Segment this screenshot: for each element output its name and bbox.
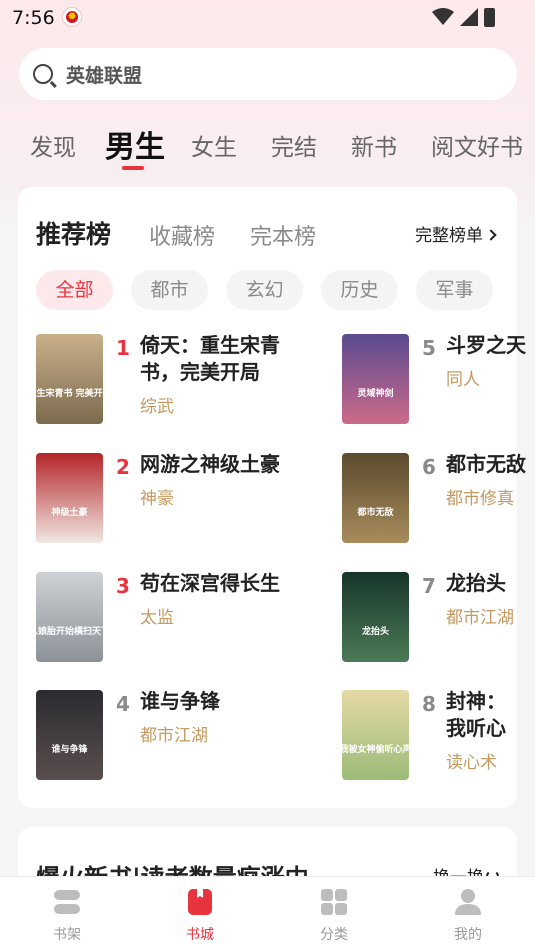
book-rank: 8: [422, 692, 436, 716]
cover-title: 龙抬头: [361, 625, 389, 637]
nav-bookshelf[interactable]: 书架: [27, 887, 107, 944]
profile-icon: [455, 889, 481, 915]
book-tag: 同人: [446, 370, 480, 390]
book-title: 都市无敌: [446, 452, 526, 476]
book-rank: 2: [116, 455, 130, 479]
status-time: 7:56: [12, 7, 55, 29]
category-chip-all[interactable]: 全部: [36, 270, 113, 310]
book-rank: 5: [422, 336, 436, 360]
category-icon: [321, 889, 347, 915]
nav-profile[interactable]: 我的: [428, 887, 508, 944]
cover-title: 灵域神剑: [356, 387, 393, 399]
battery-icon: [484, 7, 495, 27]
cover-title: 重生宋青书 完美开局: [36, 387, 103, 399]
search-bar[interactable]: 英雄联盟: [19, 48, 517, 100]
book-item[interactable]: 从娘胎开始横扫天下 3 苟在深宫得长生 太监: [36, 571, 316, 664]
active-tab-indicator: [122, 166, 144, 170]
book-cover: 重生宋青书 完美开局: [36, 334, 103, 424]
full-list-link[interactable]: 完整榜单: [415, 221, 497, 246]
book-title: 封神：我听心声！: [446, 689, 506, 744]
book-title: 网游之神级土豪: [140, 452, 280, 476]
cover-title: 神级土豪: [51, 506, 87, 518]
app-notification-icon: [62, 7, 82, 27]
book-rank: 4: [116, 692, 130, 716]
book-title: 谁与争锋: [140, 689, 220, 713]
book-item[interactable]: 都市无敌 6 都市无敌 都市修真: [342, 452, 526, 545]
category-chip-fantasy[interactable]: 玄幻: [226, 270, 303, 310]
chevron-right-icon: [485, 229, 497, 241]
book-cover: 谁与争锋: [36, 690, 103, 780]
cover-title: 从娘胎开始横扫天下: [36, 625, 103, 637]
book-title: 龙抬头: [446, 571, 506, 595]
book-item[interactable]: 谁与争锋 4 谁与争锋 都市江湖: [36, 689, 316, 782]
signal-icon: [460, 8, 478, 26]
book-item[interactable]: 灵域神剑 5 斗罗之天 同人: [342, 333, 526, 426]
cover-title: 我被女神偷听心声: [342, 743, 409, 755]
book-tag: 综武: [140, 397, 174, 417]
tab-recommend-rank[interactable]: 推荐榜: [36, 215, 111, 251]
book-title: 倚天：重生宋青书，完美开局: [140, 333, 280, 384]
book-cover: 从娘胎开始横扫天下: [36, 572, 103, 662]
book-cover: 都市无敌: [342, 453, 409, 543]
cover-title: 谁与争锋: [51, 743, 88, 755]
tab-new-books[interactable]: 新书: [351, 128, 397, 162]
tab-female[interactable]: 女生: [191, 128, 237, 162]
book-tag: 都市江湖: [446, 608, 514, 628]
nav-bookstore[interactable]: 书城: [160, 887, 240, 944]
bottom-nav: 书架 书城 分类 我的: [0, 876, 535, 951]
full-list-label: 完整榜单: [415, 226, 483, 246]
ranking-card: 推荐榜 收藏榜 完本榜 完整榜单 全部 都市 玄幻 历史 军事 重生宋青书 完美…: [18, 187, 526, 808]
book-title: 斗罗之天: [446, 333, 526, 357]
nav-label: 书城: [186, 927, 214, 943]
book-cover: 龙抬头: [342, 572, 409, 662]
nav-category[interactable]: 分类: [294, 887, 374, 944]
tab-completed[interactable]: 完结: [271, 128, 317, 162]
book-item[interactable]: 龙抬头 7 龙抬头 都市江湖: [342, 571, 517, 664]
nav-label: 分类: [320, 927, 348, 943]
book-tag: 都市修真: [446, 489, 514, 509]
search-placeholder: 英雄联盟: [66, 64, 143, 87]
book-tag: 太监: [140, 608, 174, 628]
book-tag: 神豪: [140, 489, 174, 509]
tab-male[interactable]: 男生: [105, 122, 165, 166]
channel-tabs: 发现 男生 女生 完结 新书 阅文好书: [0, 118, 535, 174]
wifi-icon: [432, 8, 454, 25]
book-cover: 神级土豪: [36, 453, 103, 543]
tab-favorite-rank[interactable]: 收藏榜: [149, 219, 215, 251]
nav-label: 书架: [53, 927, 81, 943]
book-item[interactable]: 神级土豪 2 网游之神级土豪 神豪: [36, 452, 316, 545]
book-item[interactable]: 重生宋青书 完美开局 1 倚天：重生宋青书，完美开局 综武: [36, 333, 316, 426]
category-chip-military[interactable]: 军事: [416, 270, 493, 310]
book-cover: 我被女神偷听心声: [342, 690, 409, 780]
cover-title: 都市无敌: [356, 506, 393, 518]
tab-discover[interactable]: 发现: [30, 128, 76, 162]
category-chip-history[interactable]: 历史: [321, 270, 398, 310]
nav-label: 我的: [454, 927, 482, 943]
book-rank: 6: [422, 455, 436, 479]
book-cover: 灵域神剑: [342, 334, 409, 424]
book-tag: 都市江湖: [140, 726, 208, 746]
bookstore-icon: [188, 889, 212, 915]
book-rank: 1: [116, 336, 130, 360]
book-rank: 7: [422, 574, 436, 598]
status-bar: 7:56: [0, 0, 535, 36]
status-indicators: [432, 7, 495, 27]
book-rank: 3: [116, 574, 130, 598]
book-item[interactable]: 我被女神偷听心声 8 封神：我听心声！ 读心术: [342, 689, 517, 782]
category-chip-urban[interactable]: 都市: [131, 270, 208, 310]
book-title: 苟在深宫得长生: [140, 571, 280, 595]
book-tag: 读心术: [446, 753, 497, 773]
tab-good-books[interactable]: 阅文好书: [431, 128, 523, 162]
tab-completed-rank[interactable]: 完本榜: [250, 219, 316, 251]
search-icon: [33, 64, 53, 84]
bookshelf-icon: [54, 890, 80, 914]
